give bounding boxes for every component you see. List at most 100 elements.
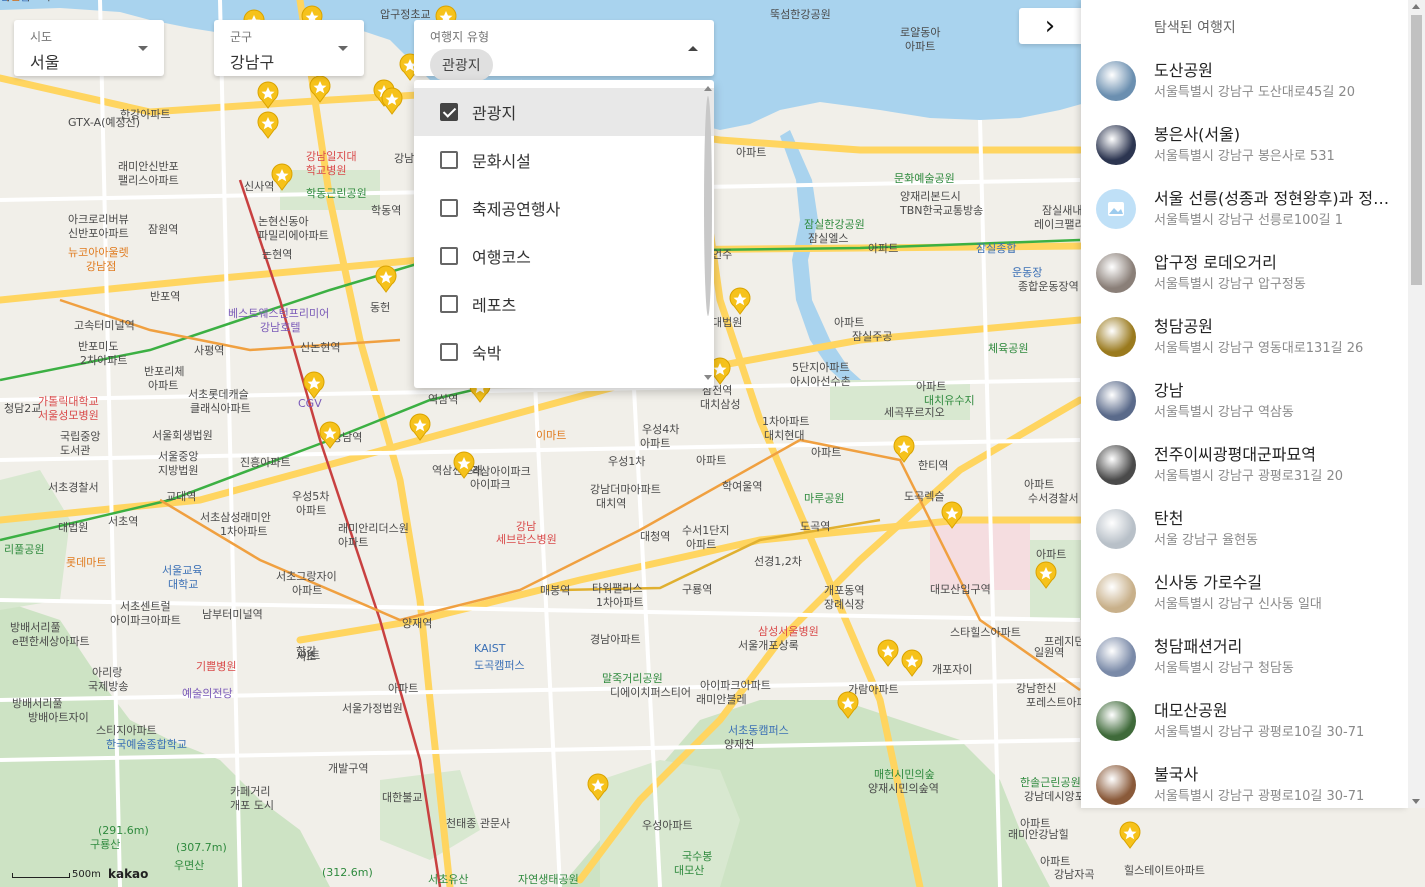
map-label: 대법원 bbox=[712, 316, 742, 329]
place-item[interactable]: 신사동 가로수길 서울특별시 강남구 신사동 일대 bbox=[1081, 562, 1408, 626]
type-option[interactable]: 레포츠 bbox=[414, 280, 714, 328]
map-label: 1차아파트 bbox=[596, 596, 643, 609]
place-item[interactable]: 전주이씨광평대군파묘역 서울특별시 강남구 광평로31길 20 bbox=[1081, 434, 1408, 498]
place-item[interactable]: 압구정 로데오거리 서울특별시 강남구 압구정동 bbox=[1081, 242, 1408, 306]
map-label: 반포미도 bbox=[78, 340, 118, 353]
place-item[interactable]: 불국사 서울특별시 강남구 광평로10길 30-71 bbox=[1081, 754, 1408, 808]
map-label: 래미안리더스원 bbox=[338, 522, 409, 535]
map-label: 서초롯데캐슬 bbox=[188, 388, 249, 401]
place-thumbnail bbox=[1096, 61, 1136, 101]
type-option-label: 축제공연행사 bbox=[472, 200, 561, 219]
map-label: 수서경찰서 bbox=[1028, 492, 1079, 505]
map-label: 로얄동아 bbox=[900, 25, 940, 39]
place-item[interactable]: 강남 서울특별시 강남구 역삼동 bbox=[1081, 370, 1408, 434]
sido-select[interactable]: 시도 서울 bbox=[14, 20, 164, 76]
place-item[interactable]: 대모산공원 서울특별시 강남구 광평로10길 30-71 bbox=[1081, 690, 1408, 754]
map-label: 강남자곡 bbox=[1054, 868, 1094, 881]
map-label: 잠실주공 bbox=[852, 330, 892, 343]
map-label: 대법원 bbox=[58, 521, 88, 534]
place-thumbnail bbox=[1096, 573, 1136, 613]
place-item[interactable]: 도산공원 서울특별시 강남구 도산대로45길 20 bbox=[1081, 50, 1408, 114]
place-address: 서울특별시 강남구 광평로10길 30-71 bbox=[1154, 725, 1365, 740]
map-label: 언주 bbox=[712, 248, 732, 261]
scroll-up-icon[interactable] bbox=[704, 86, 712, 91]
place-item[interactable]: 서울 선릉(성종과 정현왕후)과 정릉(중종) 서울특별시 강남구 선릉로100길… bbox=[1081, 178, 1408, 242]
type-option-label: 관광지 bbox=[472, 104, 517, 123]
type-option[interactable]: 여행코스 bbox=[414, 232, 714, 280]
map-label: 아파트 bbox=[640, 437, 670, 450]
place-address: 서울특별시 강남구 역삼동 bbox=[1154, 405, 1294, 420]
place-thumbnail bbox=[1096, 637, 1136, 677]
dropdown-arrow-up-icon bbox=[688, 46, 698, 51]
type-chip[interactable]: 관광지 bbox=[430, 49, 493, 81]
map-label: 아파트 bbox=[1024, 478, 1054, 491]
map-label: 운동장 bbox=[1012, 266, 1042, 279]
map-label: 아파트 bbox=[736, 146, 766, 159]
place-name: 전주이씨광평대군파묘역 bbox=[1154, 445, 1316, 464]
gungu-caption: 군구 bbox=[230, 30, 253, 44]
place-thumbnail bbox=[1096, 701, 1136, 741]
place-name: 도산공원 bbox=[1154, 61, 1213, 80]
map-label: 강남일지대 bbox=[306, 149, 357, 163]
place-item[interactable]: 청담공원서울특별시 강남구 영동대로131길 26 bbox=[1081, 306, 1408, 370]
dropdown-scrollbar[interactable] bbox=[702, 84, 712, 384]
type-select[interactable]: 여행지 유형 관광지 bbox=[414, 20, 714, 81]
checkbox-empty-icon[interactable] bbox=[440, 343, 458, 361]
place-name: 봉은사(서울) bbox=[1154, 125, 1241, 144]
map-label: 래미안신반포 bbox=[118, 160, 179, 173]
map-label: 방배서리풀 bbox=[12, 697, 63, 710]
map-label: 서울개포상록 bbox=[738, 639, 799, 652]
scroll-thumb[interactable] bbox=[704, 96, 712, 316]
panel-toggle-button[interactable]: › bbox=[1019, 8, 1081, 44]
place-name: 청담공원 bbox=[1154, 317, 1213, 336]
type-option[interactable]: 문화시설 bbox=[414, 136, 714, 184]
place-name: 신사동 가로수길 bbox=[1154, 573, 1263, 592]
gungu-select[interactable]: 군구 강남구 bbox=[214, 20, 364, 76]
map-label: 학교병원 bbox=[306, 164, 346, 177]
map-label: 강남 bbox=[516, 520, 536, 533]
scroll-thumb[interactable] bbox=[1411, 15, 1422, 285]
place-address: 서울특별시 강남구 봉은사로 531 bbox=[1154, 149, 1335, 164]
scale-label: 500m bbox=[72, 869, 101, 880]
scale-line bbox=[12, 873, 70, 878]
map-label: 1차아파트 bbox=[220, 525, 267, 538]
map-label: 아크로리버뷰 bbox=[68, 213, 129, 226]
map-label: 대치현대 bbox=[764, 429, 804, 442]
gungu-value: 강남구 bbox=[230, 53, 275, 72]
map-label: 국제방송 bbox=[88, 680, 128, 693]
map-label: 방배서리풀 bbox=[10, 621, 61, 634]
map-label: 학동근린공원 bbox=[306, 187, 367, 200]
place-item[interactable]: 봉은사(서울) 서울특별시 강남구 봉은사로 531 bbox=[1081, 114, 1408, 178]
map-label: 교대역 bbox=[166, 490, 196, 503]
type-option[interactable]: 숙박 bbox=[414, 328, 714, 376]
map-label: 신반포아파트 bbox=[68, 227, 129, 240]
checkbox-empty-icon[interactable] bbox=[440, 151, 458, 169]
place-item[interactable]: 탄천 서울 강남구 율현동 bbox=[1081, 498, 1408, 562]
type-option[interactable]: 관광지 bbox=[414, 88, 714, 136]
map-label: 서울가정법원 bbox=[342, 702, 403, 715]
checkbox-empty-icon[interactable] bbox=[440, 295, 458, 313]
place-address: 서울특별시 강남구 선릉로100길 1 bbox=[1154, 213, 1344, 228]
map-label: 대모산 bbox=[674, 864, 704, 877]
map-label: 파밀리에아파트 bbox=[258, 229, 329, 242]
map-label: 팰리스아파트 bbox=[118, 174, 179, 187]
map-label: 힐스테이트아파트 bbox=[1124, 864, 1205, 877]
map-label: 디에이치퍼스티어 bbox=[610, 686, 691, 699]
chevron-right-icon: › bbox=[1044, 11, 1056, 41]
checkbox-checked-icon[interactable] bbox=[440, 103, 458, 121]
map-label: 아파트 bbox=[338, 536, 368, 549]
place-item[interactable]: 청담패션거리 서울특별시 강남구 청담동 bbox=[1081, 626, 1408, 690]
scroll-down-icon[interactable] bbox=[704, 375, 712, 380]
place-address: 서울특별시 강남구 영동대로131길 26 bbox=[1154, 341, 1364, 356]
map-label: 카페거리 bbox=[230, 785, 270, 798]
checkbox-empty-icon[interactable] bbox=[440, 247, 458, 265]
panel-scrollbar[interactable] bbox=[1408, 0, 1425, 808]
map-label: 서초동캠퍼스 bbox=[728, 724, 789, 737]
scroll-down-icon[interactable] bbox=[1412, 799, 1420, 804]
map-label: 자연생태공원 bbox=[518, 873, 579, 886]
checkbox-empty-icon[interactable] bbox=[440, 199, 458, 217]
type-option[interactable]: 축제공연행사 bbox=[414, 184, 714, 232]
scroll-up-icon[interactable] bbox=[1412, 4, 1420, 9]
map-label: 5단지아파트 bbox=[792, 361, 850, 374]
map-label: 양재역 bbox=[402, 617, 432, 630]
